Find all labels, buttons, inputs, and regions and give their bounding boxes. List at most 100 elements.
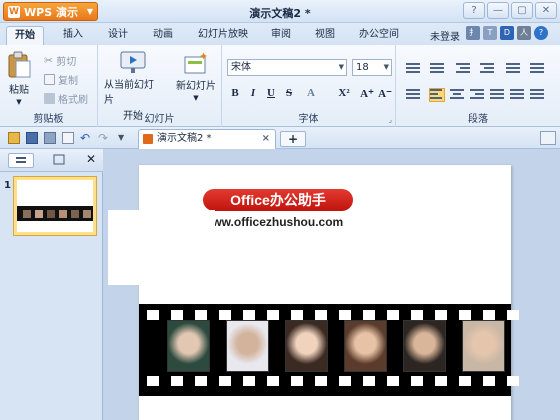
window-mode-icon[interactable] <box>540 131 556 145</box>
align-right-icon[interactable] <box>470 89 484 101</box>
tab-office-space[interactable]: 办公空间 <box>352 26 406 45</box>
sprocket-hole <box>339 310 351 320</box>
font-name-value: 宋体 <box>231 62 251 73</box>
login-status[interactable]: 未登录 <box>430 28 460 43</box>
superscript-button[interactable]: X² <box>334 87 354 99</box>
window-controls: ? — ▢ ✕ <box>463 2 557 19</box>
slides-group-label: 幻灯片 <box>144 114 175 125</box>
customize-qat-icon[interactable]: ▼ <box>118 132 130 144</box>
title-bar: W WPS 演示 ▼ 演示文稿2 * ? — ▢ ✕ <box>0 0 560 23</box>
shirt-icon[interactable]: T <box>483 26 497 40</box>
tab-insert[interactable]: 插入 <box>56 26 90 45</box>
sprocket-hole <box>411 376 423 386</box>
font-color-button[interactable]: A <box>304 87 318 99</box>
paragraph-group-label: 段落 <box>468 114 488 125</box>
close-tab-button[interactable]: × <box>262 130 270 148</box>
help-button[interactable]: ? <box>463 2 485 19</box>
filmstrip-image[interactable] <box>139 304 519 396</box>
tab-view[interactable]: 视图 <box>308 26 342 45</box>
underline-button[interactable]: U <box>264 87 278 99</box>
grow-font-button[interactable]: A⁺ <box>358 87 376 100</box>
tab-slideshow[interactable]: 幻灯片放映 <box>192 26 254 45</box>
align-center-icon[interactable] <box>450 89 464 101</box>
print-preview-icon[interactable] <box>62 132 74 144</box>
print-icon[interactable] <box>44 132 56 144</box>
floating-white-panel <box>108 210 215 285</box>
copy-label: 复制 <box>58 76 78 87</box>
justify-icon[interactable] <box>490 89 504 101</box>
paste-label: 粘贴 <box>9 85 29 96</box>
cut-label: 剪切 <box>56 57 77 68</box>
slide-thumbnail-1[interactable] <box>13 176 97 236</box>
tab-review[interactable]: 审阅 <box>264 26 298 45</box>
film-photo-frame <box>167 320 210 372</box>
quick-access-bar: ↶ ↷ ▼ 演示文稿2 * × + <box>0 127 560 149</box>
vertical-align-icon[interactable] <box>530 89 544 101</box>
maximize-button[interactable]: ▢ <box>511 2 533 19</box>
font-group-label: 字体 <box>298 114 319 125</box>
docer-icon[interactable]: D <box>500 26 514 40</box>
shrink-font-button[interactable]: A⁻ <box>376 87 394 100</box>
tab-slides[interactable] <box>46 153 72 168</box>
tab-outline[interactable] <box>8 153 34 168</box>
dialog-launcher-icon[interactable]: ⌟ <box>389 116 392 124</box>
clipboard-group-label: 剪贴板 <box>33 114 64 125</box>
sprocket-hole <box>219 376 231 386</box>
film-photo-frame <box>344 320 387 372</box>
tab-design[interactable]: 设计 <box>101 26 135 45</box>
text-direction-icon[interactable] <box>406 89 420 101</box>
ribbon-home: 粘贴 ▼ ✂ 剪切 复制 格式刷 剪贴板 从当前幻灯片 开始 ✦ 新幻灯片 ▼ … <box>0 45 560 127</box>
new-tab-button[interactable]: + <box>280 131 306 147</box>
slide[interactable]: Office办公助手 www.officezhushou.com <box>139 165 519 420</box>
skin-icon[interactable]: 扌 <box>466 26 480 40</box>
cut-button[interactable]: ✂ 剪切 <box>44 53 76 68</box>
bold-button[interactable]: B <box>228 87 242 99</box>
help-icon[interactable]: ? <box>534 26 548 40</box>
align-left-icon[interactable] <box>429 88 445 102</box>
italic-button[interactable]: I <box>246 87 260 99</box>
sprocket-hole <box>267 310 279 320</box>
plus-icon: + <box>287 132 299 146</box>
increase-indent-icon[interactable] <box>480 63 494 75</box>
open-folder-icon[interactable] <box>8 132 20 144</box>
paragraph-group: 段落 <box>396 45 560 127</box>
sprocket-hole <box>243 310 255 320</box>
chevron-down-icon: ▼ <box>193 94 199 102</box>
new-slide-button[interactable]: ✦ 新幻灯片 ▼ <box>174 51 218 102</box>
undo-icon[interactable]: ↶ <box>80 132 92 144</box>
sprocket-hole <box>171 376 183 386</box>
numbering-icon[interactable] <box>430 63 444 75</box>
decrease-indent-icon[interactable] <box>456 63 470 75</box>
redo-icon[interactable]: ↷ <box>98 132 110 144</box>
font-name-combo[interactable]: 宋体 ▼ <box>227 59 347 76</box>
tab-home[interactable]: 开始 <box>6 26 44 45</box>
font-size-combo[interactable]: 18 ▼ <box>352 59 392 76</box>
bullets-icon[interactable] <box>406 63 420 75</box>
close-button[interactable]: ✕ <box>535 2 557 19</box>
distributed-icon[interactable] <box>510 89 524 101</box>
svg-text:✦: ✦ <box>199 51 208 63</box>
copy-icon <box>44 74 55 85</box>
sprocket-hole <box>291 310 303 320</box>
format-painter-button[interactable]: 格式刷 <box>44 91 88 106</box>
sprocket-hole <box>267 376 279 386</box>
line-spacing-icon[interactable] <box>506 63 520 75</box>
sprocket-hole <box>387 376 399 386</box>
sprocket-hole <box>387 310 399 320</box>
sprocket-hole <box>243 376 255 386</box>
tab-animation[interactable]: 动画 <box>146 26 180 45</box>
scissors-icon: ✂ <box>44 54 54 67</box>
document-tab[interactable]: 演示文稿2 * × <box>138 129 276 149</box>
strikethrough-button[interactable]: S <box>282 87 296 99</box>
paste-button[interactable]: 粘贴 ▼ <box>6 51 32 106</box>
column-icon[interactable] <box>530 63 544 75</box>
slides-group: 从当前幻灯片 开始 ✦ 新幻灯片 ▼ 幻灯片 <box>98 45 222 127</box>
minimize-button[interactable]: — <box>487 2 509 19</box>
copy-button[interactable]: 复制 <box>44 72 78 87</box>
close-pane-icon[interactable]: ✕ <box>86 152 96 166</box>
projector-icon <box>120 51 146 73</box>
user-icon[interactable]: 人 <box>517 26 531 40</box>
play-from-current-label: 从当前幻灯片 <box>104 80 154 106</box>
wps-presentation-window: W WPS 演示 ▼ 演示文稿2 * ? — ▢ ✕ 开始 插入 设计 动画 幻… <box>0 0 560 420</box>
save-icon[interactable] <box>26 132 38 144</box>
